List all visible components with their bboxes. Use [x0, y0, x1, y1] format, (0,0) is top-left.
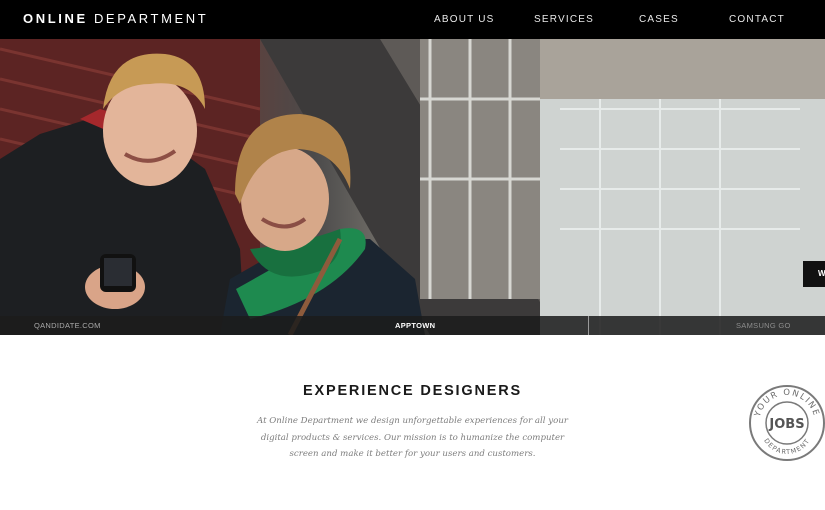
hero-photo	[0, 39, 825, 335]
slide-divider	[588, 316, 589, 335]
logo-strong: ONLINE	[23, 11, 88, 26]
nav-about-us[interactable]: ABOUT US	[434, 14, 495, 25]
site-logo[interactable]: ONLINE DEPARTMENT	[23, 11, 208, 26]
jobs-badge-icon: YOUR ONLINE DEPARTMENT JOBS	[749, 385, 825, 461]
nav-cases[interactable]: CASES	[639, 14, 679, 25]
slide-tab-samsung-go[interactable]: SAMSUNG GO	[736, 321, 791, 330]
page-headline: EXPERIENCE DESIGNERS	[303, 383, 522, 399]
nav-contact[interactable]: CONTACT	[729, 14, 785, 25]
badge-center-text: JOBS	[768, 417, 804, 432]
jobs-badge[interactable]: YOUR ONLINE DEPARTMENT JOBS	[749, 384, 825, 462]
side-tab[interactable]: W	[803, 261, 825, 287]
intro-line: screen and make it better for your users…	[289, 449, 536, 459]
slide-tab-apptown[interactable]: APPTOWN	[395, 321, 435, 330]
intro-line: digital products & services. Our mission…	[260, 432, 565, 443]
slide-tab-qandidate[interactable]: QANDIDATE.COM	[34, 321, 101, 330]
logo-light: DEPARTMENT	[93, 11, 209, 26]
top-nav: ONLINE DEPARTMENT ABOUT US SERVICES CASE…	[0, 0, 825, 39]
intro-paragraph: At Online Department we design unforgett…	[250, 413, 575, 463]
hero-slider[interactable]	[0, 39, 825, 335]
intro-line: At Online Department we design unforgett…	[257, 416, 568, 426]
nav-services[interactable]: SERVICES	[534, 14, 594, 25]
